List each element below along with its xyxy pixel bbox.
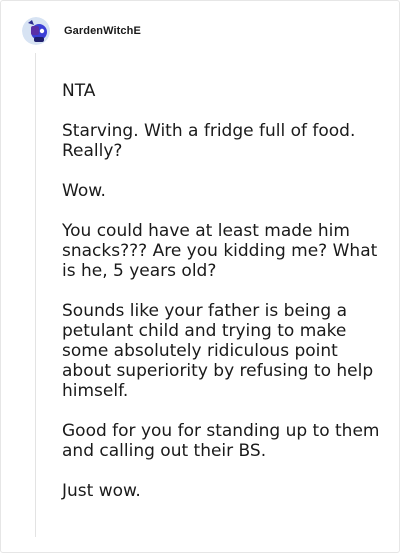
avatar-image: [22, 17, 50, 45]
comment-paragraph: Good for you for standing up to them and…: [62, 421, 380, 461]
comment-paragraph: Sounds like your father is being a petul…: [62, 301, 374, 401]
comment-paragraph: You could have at least made him snacks?…: [62, 221, 378, 281]
comment-body: NTA Starving. With a fridge full of food…: [62, 81, 382, 501]
comment-paragraph: NTA: [62, 81, 96, 101]
comment-author[interactable]: GardenWitchE: [64, 25, 141, 37]
thread-line[interactable]: [35, 53, 36, 537]
comment-header: GardenWitchE: [22, 17, 141, 45]
comment-paragraph: Just wow.: [62, 481, 141, 501]
user-avatar-icon[interactable]: [22, 17, 50, 45]
comment-paragraph: Wow.: [62, 181, 106, 201]
comment-card: GardenWitchE NTA Starving. With a fridge…: [0, 0, 400, 553]
comment-paragraph: Starving. With a fridge full of food. Re…: [62, 121, 356, 161]
